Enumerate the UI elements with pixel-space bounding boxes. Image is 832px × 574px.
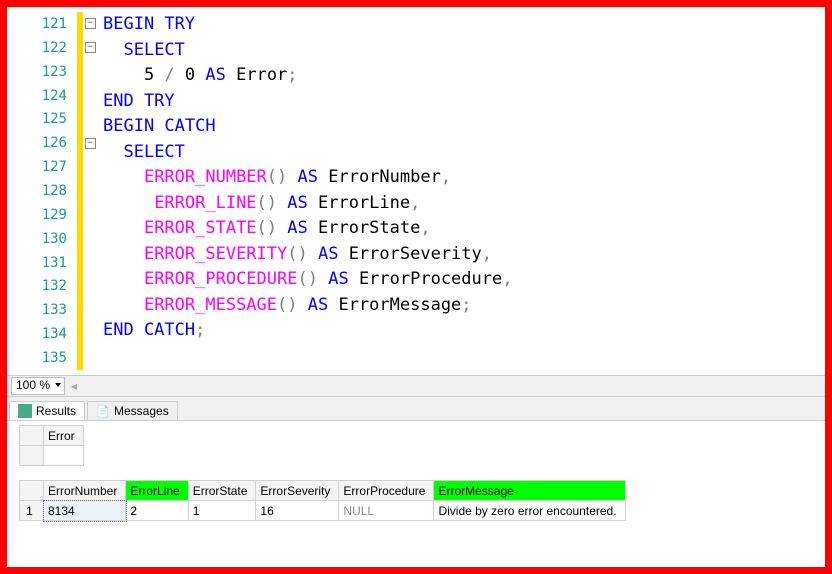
gutter-row: 128: [7, 179, 97, 203]
change-bar: [77, 179, 83, 203]
tab-label: Messages: [114, 404, 169, 418]
code-line[interactable]: ERROR_SEVERITY() AS ErrorSeverity,: [103, 242, 825, 268]
code-line[interactable]: SELECT: [103, 140, 825, 166]
code-line[interactable]: ERROR_STATE() AS ErrorState,: [103, 216, 825, 242]
zoom-select[interactable]: 100 %: [11, 377, 65, 395]
fold-column: −: [83, 42, 97, 53]
code-line[interactable]: ERROR_PROCEDURE() AS ErrorProcedure,: [103, 267, 825, 293]
results-tabs: Results Messages: [7, 397, 825, 421]
code-line[interactable]: BEGIN TRY: [103, 12, 825, 38]
fold-column: −: [83, 138, 97, 149]
code-editor[interactable]: 121−122−123124125126−1271281291301311321…: [7, 7, 825, 375]
line-number: 126: [7, 135, 77, 151]
line-number: 128: [7, 183, 77, 199]
gutter-row: 130: [7, 227, 97, 251]
zoom-value: 100 %: [16, 378, 50, 392]
line-number: 122: [7, 40, 77, 56]
gutter-row: 125: [7, 107, 97, 131]
gutter-row: 135: [7, 346, 97, 370]
table-row[interactable]: 181342116NULLDivide by zero error encoun…: [20, 501, 626, 521]
column-header[interactable]: ErrorNumber: [44, 481, 126, 501]
code-line[interactable]: ERROR_MESSAGE() AS ErrorMessage;: [103, 293, 825, 319]
line-number: 121: [7, 16, 77, 32]
row-header-blank: [20, 481, 44, 501]
change-bar: [77, 227, 83, 251]
change-bar: [77, 203, 83, 227]
change-bar: [77, 346, 83, 370]
gutter-row: 126−: [7, 131, 97, 155]
change-bar: [77, 322, 83, 346]
cell[interactable]: [44, 446, 84, 466]
column-header[interactable]: ErrorProcedure: [339, 481, 434, 501]
tab-messages[interactable]: Messages: [87, 401, 178, 420]
chevron-down-icon: [55, 383, 61, 387]
column-header[interactable]: ErrorState: [188, 481, 256, 501]
gutter-row: 127: [7, 155, 97, 179]
code-line[interactable]: 5 / 0 AS Error;: [103, 63, 825, 89]
line-number: 129: [7, 207, 77, 223]
gutter-row: 124: [7, 84, 97, 108]
cell[interactable]: 1: [188, 501, 256, 521]
line-number: 125: [7, 111, 77, 127]
change-bar: [77, 251, 83, 275]
change-bar: [77, 60, 83, 84]
code-line[interactable]: SELECT: [103, 38, 825, 64]
code-line[interactable]: [103, 344, 825, 370]
column-header[interactable]: ErrorMessage: [434, 481, 625, 501]
change-bar: [77, 155, 83, 179]
gutter-row: 134: [7, 322, 97, 346]
line-number: 130: [7, 231, 77, 247]
line-number: 127: [7, 159, 77, 175]
change-bar: [77, 107, 83, 131]
line-number: 123: [7, 64, 77, 80]
row-header-blank: [20, 426, 44, 446]
zoom-bar: 100 % ◂: [7, 375, 825, 397]
code-line[interactable]: [103, 369, 825, 375]
fold-column: −: [83, 18, 97, 29]
change-bar: [77, 84, 83, 108]
line-number: 133: [7, 302, 77, 318]
line-number: 124: [7, 88, 77, 104]
code-line[interactable]: BEGIN CATCH: [103, 114, 825, 140]
column-header[interactable]: ErrorLine: [126, 481, 188, 501]
code-line[interactable]: ERROR_LINE() AS ErrorLine,: [103, 191, 825, 217]
fold-toggle-icon[interactable]: −: [85, 42, 96, 53]
messages-icon: [96, 404, 110, 418]
cell[interactable]: 8134: [44, 501, 126, 521]
line-number: 135: [7, 350, 77, 366]
code-line[interactable]: END TRY: [103, 89, 825, 115]
gutter: 121−122−123124125126−1271281291301311321…: [7, 7, 97, 375]
tab-results[interactable]: Results: [9, 401, 85, 420]
result-grid[interactable]: Error: [19, 425, 813, 466]
gutter-row: 122−: [7, 36, 97, 60]
gutter-row: 131: [7, 251, 97, 275]
gutter-row: 133: [7, 298, 97, 322]
grid-icon: [18, 404, 32, 418]
result-grid[interactable]: ErrorNumberErrorLineErrorStateErrorSever…: [19, 480, 813, 521]
column-header[interactable]: ErrorSeverity: [256, 481, 339, 501]
line-number: 134: [7, 326, 77, 342]
line-number: 132: [7, 278, 77, 294]
change-bar: [77, 298, 83, 322]
scroll-left-icon: ◂: [71, 379, 77, 393]
gutter-row: 123: [7, 60, 97, 84]
gutter-row: 129: [7, 203, 97, 227]
fold-toggle-icon[interactable]: −: [85, 18, 96, 29]
gutter-row: 121−: [7, 12, 97, 36]
row-number: 1: [20, 501, 44, 521]
fold-toggle-icon[interactable]: −: [85, 138, 96, 149]
tab-label: Results: [36, 404, 76, 418]
gutter-row: 132: [7, 274, 97, 298]
cell[interactable]: 2: [126, 501, 188, 521]
cell[interactable]: Divide by zero error encountered.: [434, 501, 625, 521]
results-pane[interactable]: Error ErrorNumberErrorLineErrorStateErro…: [7, 421, 825, 539]
cell[interactable]: 16: [256, 501, 339, 521]
change-bar: [77, 274, 83, 298]
code-line[interactable]: END CATCH;: [103, 318, 825, 344]
cell[interactable]: NULL: [339, 501, 434, 521]
code-lines[interactable]: BEGIN TRY SELECT 5 / 0 AS Error;END TRYB…: [97, 7, 825, 375]
code-line[interactable]: ERROR_NUMBER() AS ErrorNumber,: [103, 165, 825, 191]
line-number: 131: [7, 255, 77, 271]
column-header[interactable]: Error: [44, 426, 84, 446]
